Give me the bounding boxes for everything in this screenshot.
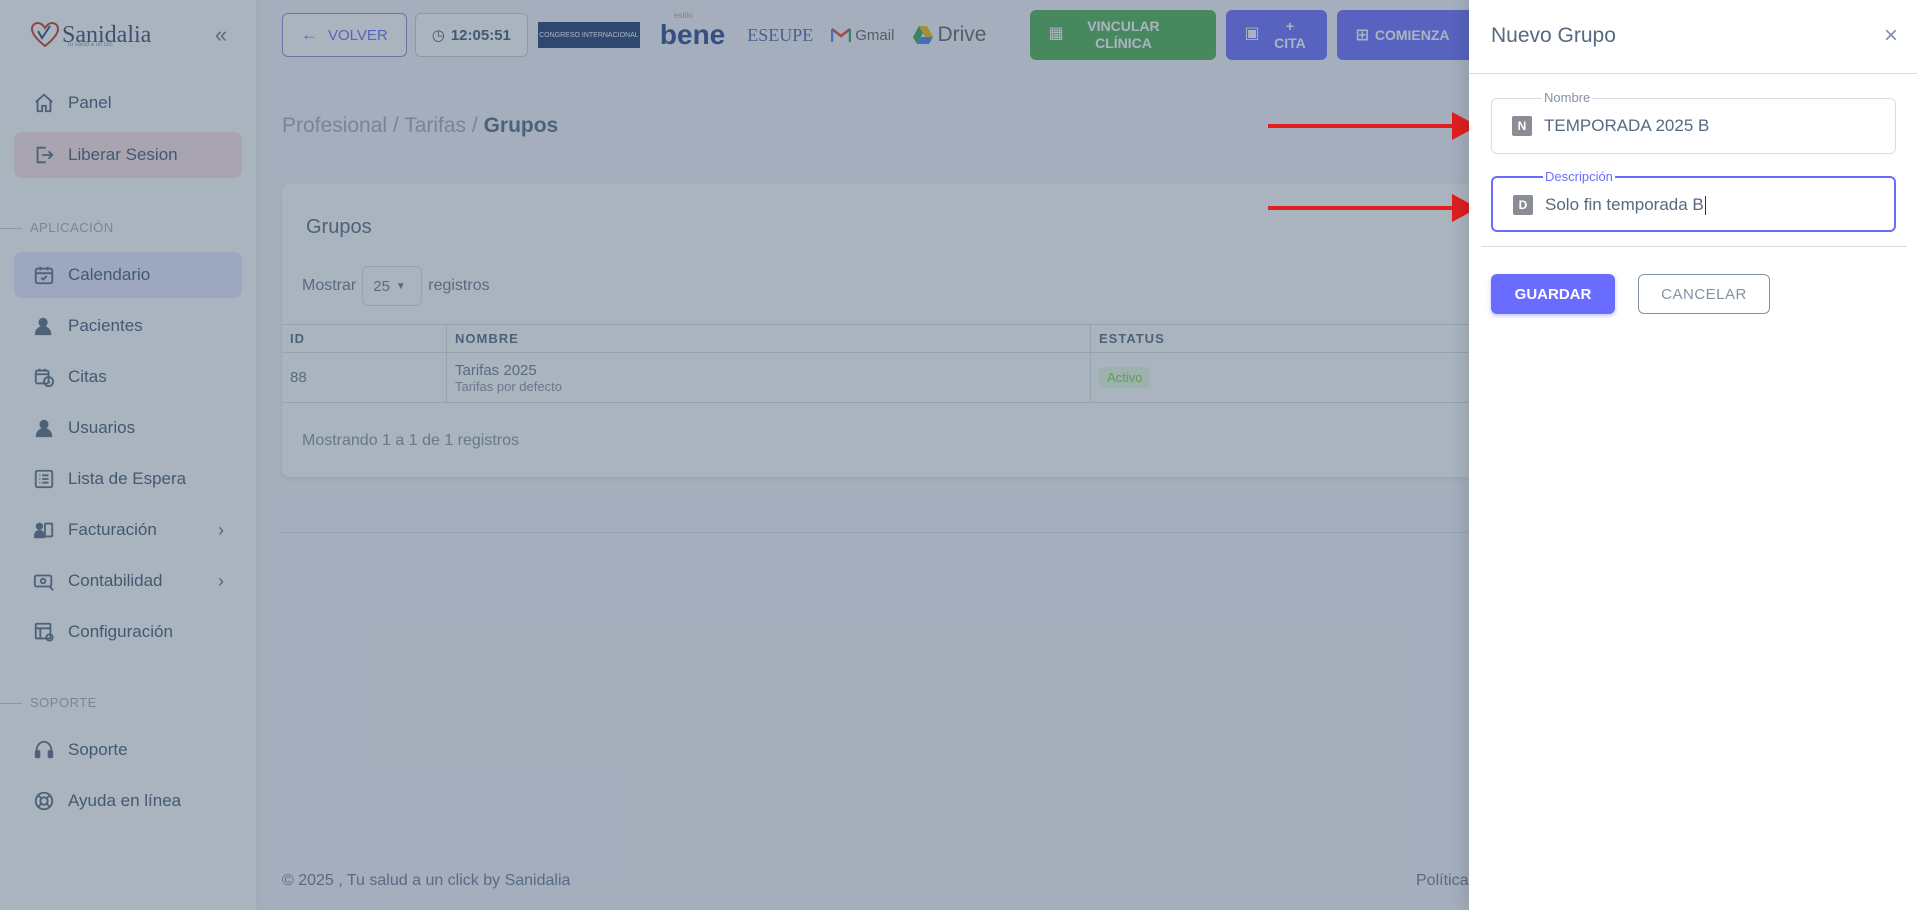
cancel-button[interactable]: CANCELAR xyxy=(1638,274,1770,314)
descripcion-field[interactable]: Descripción D Solo fin temporada B xyxy=(1491,170,1896,232)
close-icon[interactable]: × xyxy=(1879,22,1903,49)
save-button[interactable]: GUARDAR xyxy=(1491,274,1615,314)
nombre-label: Nombre xyxy=(1542,90,1593,105)
nombre-field[interactable]: Nombre N TEMPORADA 2025 B xyxy=(1491,91,1896,154)
nombre-value[interactable]: TEMPORADA 2025 B xyxy=(1544,116,1709,136)
new-group-panel: Nuevo Grupo × Nombre N TEMPORADA 2025 B … xyxy=(1469,0,1917,910)
letter-n-icon: N xyxy=(1512,116,1532,136)
descripcion-value[interactable]: Solo fin temporada B xyxy=(1545,195,1706,215)
panel-title: Nuevo Grupo xyxy=(1491,24,1616,47)
panel-header: Nuevo Grupo × xyxy=(1469,0,1917,74)
panel-divider xyxy=(1481,246,1907,247)
annotation-arrow xyxy=(1268,112,1478,140)
annotation-arrow xyxy=(1268,194,1478,222)
descripcion-label: Descripción xyxy=(1543,169,1615,184)
letter-d-icon: D xyxy=(1513,195,1533,215)
